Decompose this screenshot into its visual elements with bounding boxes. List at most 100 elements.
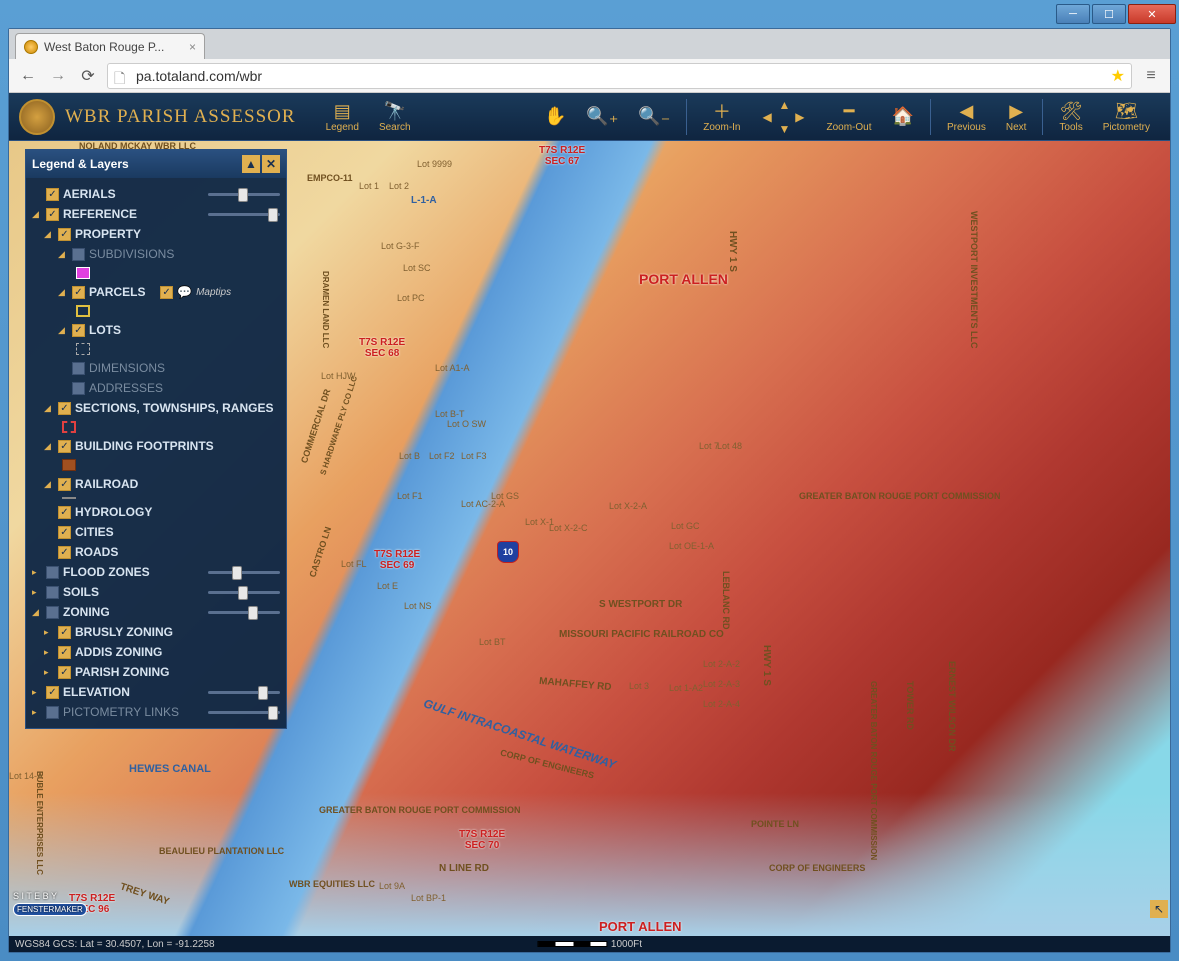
checkbox-footprints[interactable]: ✓ (58, 440, 71, 453)
expand-icon[interactable]: ▸ (32, 687, 42, 698)
checkbox-addresses[interactable] (72, 382, 85, 395)
slider-soils[interactable] (208, 586, 280, 598)
slider-flood[interactable] (208, 566, 280, 578)
lot-label: Lot AC-2-A (461, 499, 505, 509)
pan-button[interactable]: ✋ (534, 104, 576, 130)
checkbox-aerials[interactable]: ✓ (46, 188, 59, 201)
checkbox-railroad[interactable]: ✓ (58, 478, 71, 491)
layer-sections[interactable]: SECTIONS, TOWNSHIPS, RANGES (75, 401, 273, 415)
url-input[interactable]: 🗋 pa.totaland.com/wbr ★ (107, 63, 1132, 89)
checkbox-dimensions[interactable] (72, 362, 85, 375)
expand-icon[interactable]: ◢ (44, 403, 54, 414)
expand-icon[interactable]: ▸ (44, 667, 54, 678)
layer-addresses[interactable]: ADDRESSES (89, 381, 163, 395)
home-button[interactable]: 🏠 (882, 104, 924, 130)
checkbox-lots[interactable]: ✓ (72, 324, 85, 337)
checkbox-property[interactable]: ✓ (58, 228, 71, 241)
layer-soils[interactable]: SOILS (63, 585, 99, 599)
checkbox-zoning[interactable] (46, 606, 59, 619)
checkbox-reference[interactable]: ✓ (46, 208, 59, 221)
legend-button[interactable]: ▤Legend (316, 98, 369, 135)
layer-elevation[interactable]: ELEVATION (63, 685, 130, 699)
bookmark-star-icon[interactable]: ★ (1111, 66, 1125, 86)
layer-pictometry[interactable]: PICTOMETRY LINKS (63, 705, 179, 719)
expand-icon[interactable]: ◢ (44, 479, 54, 490)
checkbox-roads[interactable]: ✓ (58, 546, 71, 559)
expand-icon[interactable]: ◢ (58, 249, 68, 260)
layer-property[interactable]: PROPERTY (75, 227, 141, 241)
search-button[interactable]: 🔭Search (369, 98, 421, 135)
previous-button[interactable]: ◀Previous (937, 98, 996, 135)
layer-zoning[interactable]: ZONING (63, 605, 110, 619)
checkbox-elevation[interactable]: ✓ (46, 686, 59, 699)
checkbox-brusly[interactable]: ✓ (58, 626, 71, 639)
window-close-button[interactable]: ✕ (1128, 4, 1176, 24)
resize-handle[interactable]: ↖ (1150, 900, 1168, 918)
expand-icon[interactable]: ▸ (44, 627, 54, 638)
layer-cities[interactable]: CITIES (75, 525, 114, 539)
slider-elevation[interactable] (208, 686, 280, 698)
checkbox-cities[interactable]: ✓ (58, 526, 71, 539)
slider-pictometry[interactable] (208, 706, 280, 718)
reload-button[interactable]: ⟳ (77, 65, 99, 87)
slider-aerials[interactable] (208, 188, 280, 200)
expand-icon[interactable]: ◢ (44, 229, 54, 240)
layer-dimensions[interactable]: DIMENSIONS (89, 361, 165, 375)
layer-parcels[interactable]: PARCELS (89, 285, 145, 299)
window-minimize-button[interactable]: ─ (1056, 4, 1090, 24)
checkbox-soils[interactable] (46, 586, 59, 599)
expand-icon[interactable]: ◢ (58, 287, 68, 298)
layer-hydrology[interactable]: HYDROLOGY (75, 505, 152, 519)
layer-roads[interactable]: ROADS (75, 545, 118, 559)
back-button[interactable]: ← (17, 65, 39, 87)
lot-label: Lot 9A (379, 881, 405, 891)
map-label-hewes: HEWES CANAL (129, 763, 211, 775)
layer-flood[interactable]: FLOOD ZONES (63, 565, 150, 579)
slider-zoning[interactable] (208, 606, 280, 618)
layer-aerials[interactable]: AERIALS (63, 187, 116, 201)
layer-brusly[interactable]: BRUSLY ZONING (75, 625, 173, 639)
expand-icon[interactable]: ◢ (44, 441, 54, 452)
browser-tab[interactable]: West Baton Rouge P... × (15, 33, 205, 59)
layer-lots[interactable]: LOTS (89, 323, 121, 337)
slider-reference[interactable] (208, 208, 280, 220)
layer-railroad[interactable]: RAILROAD (75, 477, 138, 491)
tab-close-button[interactable]: × (189, 40, 196, 54)
checkbox-pictometry[interactable] (46, 706, 59, 719)
zoom-out-magnifier-button[interactable]: 🔍₋ (628, 104, 680, 130)
expand-icon[interactable]: ◢ (58, 325, 68, 336)
layer-parish[interactable]: PARISH ZONING (75, 665, 169, 679)
next-button[interactable]: ▶Next (996, 98, 1037, 135)
layer-addis[interactable]: ADDIS ZONING (75, 645, 162, 659)
layer-footprints[interactable]: BUILDING FOOTPRINTS (75, 439, 214, 453)
layer-subdivisions[interactable]: SUBDIVISIONS (89, 247, 174, 261)
checkbox-addis[interactable]: ✓ (58, 646, 71, 659)
checkbox-flood[interactable] (46, 566, 59, 579)
zoom-in-button[interactable]: ＋Zoom-In (693, 98, 750, 135)
checkbox-parcels[interactable]: ✓ (72, 286, 85, 299)
checkbox-parish[interactable]: ✓ (58, 666, 71, 679)
legend-minimize-button[interactable]: ▲ (242, 155, 260, 173)
window-maximize-button[interactable]: ☐ (1092, 4, 1126, 24)
expand-icon[interactable]: ▸ (32, 707, 42, 718)
zoom-out-button[interactable]: ━Zoom-Out (817, 98, 882, 135)
checkbox-subdivisions[interactable] (72, 248, 85, 261)
checkbox-sections[interactable]: ✓ (58, 402, 71, 415)
expand-icon[interactable]: ◢ (32, 209, 42, 220)
tools-button[interactable]: 🛠Tools (1049, 98, 1092, 135)
pan-arrows-button[interactable]: ▲▼◀▶ (751, 98, 817, 136)
expand-icon[interactable]: ▸ (32, 587, 42, 598)
checkbox-maptips[interactable]: ✓ (160, 286, 173, 299)
zoom-in-magnifier-button[interactable]: 🔍₊ (576, 104, 628, 130)
expand-icon[interactable]: ◢ (32, 607, 42, 618)
browser-menu-button[interactable]: ≡ (1140, 67, 1162, 85)
forward-button[interactable]: → (47, 65, 69, 87)
pictometry-button[interactable]: 🗺Pictometry (1093, 98, 1160, 135)
expand-icon[interactable]: ▸ (32, 567, 42, 578)
legend-header[interactable]: Legend & Layers ▲ ✕ (26, 150, 286, 178)
checkbox-hydrology[interactable]: ✓ (58, 506, 71, 519)
layer-reference[interactable]: REFERENCE (63, 207, 137, 221)
expand-icon[interactable]: ▸ (44, 647, 54, 658)
swatch-footprints (62, 459, 76, 471)
legend-close-button[interactable]: ✕ (262, 155, 280, 173)
